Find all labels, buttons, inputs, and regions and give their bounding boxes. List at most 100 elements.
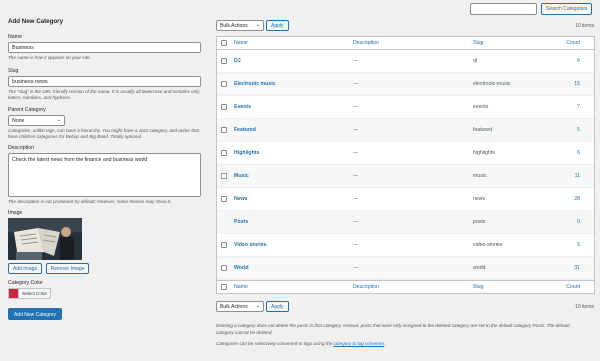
category-name-link[interactable]: World <box>234 265 249 271</box>
column-name[interactable]: Name <box>234 40 248 46</box>
column-description-bottom[interactable]: Description <box>353 284 379 290</box>
select-color-button[interactable]: Select Color <box>18 288 52 300</box>
description-textarea[interactable]: Check the latest news from the finance a… <box>8 153 201 198</box>
category-description: — <box>353 58 359 64</box>
parent-category-select[interactable]: None ⌄ <box>8 114 65 126</box>
items-count-top: 10 items <box>575 23 594 29</box>
category-count-link[interactable]: 15 <box>574 81 580 87</box>
category-count-link[interactable]: 28 <box>574 196 580 202</box>
category-description: — <box>353 150 359 156</box>
category-description: — <box>353 265 359 271</box>
apply-button-top[interactable]: Apply <box>266 20 289 31</box>
category-color-label: Category Color <box>8 280 43 287</box>
category-name-link[interactable]: Featured <box>234 127 256 133</box>
row-checkbox[interactable] <box>221 104 227 110</box>
apply-button-bottom[interactable]: Apply <box>266 301 289 312</box>
converter-note-text: Categories can be selectively converted … <box>216 341 334 346</box>
parent-category-description: Categories, unlike tags, can have a hier… <box>8 127 200 139</box>
row-checkbox[interactable] <box>221 242 227 248</box>
category-count-link[interactable]: 5 <box>577 242 580 248</box>
category-slug: world <box>473 265 486 271</box>
category-name-link[interactable]: Posts <box>234 219 248 225</box>
converter-note-end: . <box>384 341 386 346</box>
table-row: Music — music 11 <box>217 165 594 188</box>
category-count-link[interactable]: 6 <box>577 58 580 64</box>
row-checkbox[interactable] <box>221 150 227 156</box>
form-title: Add New Category <box>8 18 64 25</box>
table-row: World — world 31 <box>217 257 594 280</box>
row-checkbox[interactable] <box>221 173 227 179</box>
bulk-actions-select-bottom[interactable]: Bulk Actions ⌄ <box>216 301 264 312</box>
bulk-actions-label: Bulk Actions <box>220 304 248 310</box>
add-new-category-button[interactable]: Add New Category <box>8 308 62 321</box>
description-label: Description <box>8 145 34 152</box>
category-description: — <box>353 242 359 248</box>
category-name-link[interactable]: DJ <box>234 58 241 64</box>
category-name-link[interactable]: Video stories <box>234 242 266 248</box>
category-count-link[interactable]: 6 <box>577 150 580 156</box>
add-category-form: Add New Category Name Business The name … <box>8 18 204 321</box>
add-image-button[interactable]: Add Image <box>8 263 43 275</box>
category-name-link[interactable]: Events <box>234 104 251 110</box>
table-row: News — news 28 <box>217 188 594 211</box>
bulk-actions-select-top[interactable]: Bulk Actions ⌄ <box>216 20 264 31</box>
column-name-bottom[interactable]: Name <box>234 284 248 290</box>
category-count-link[interactable]: 5 <box>577 127 580 133</box>
category-description: — <box>353 196 359 202</box>
name-field[interactable]: Business <box>8 42 201 53</box>
table-header: Name Description Slug Count <box>217 37 594 50</box>
category-count-link[interactable]: 11 <box>575 173 580 179</box>
table-row: Posts — posts 0 <box>217 211 594 234</box>
category-to-tag-converter-link[interactable]: category to tag converter <box>333 341 384 346</box>
parent-category-value: None <box>12 117 25 124</box>
category-image-preview <box>8 218 82 261</box>
slug-field[interactable]: business-news <box>8 76 201 88</box>
column-description[interactable]: Description <box>353 40 379 46</box>
category-description: — <box>353 173 359 179</box>
category-slug: featured <box>473 127 493 133</box>
category-slug: highlights <box>473 150 495 156</box>
row-checkbox[interactable] <box>221 127 227 133</box>
slug-description: The “slug” is the URL-friendly version o… <box>8 89 200 101</box>
category-slug: dj <box>473 58 478 64</box>
search-input[interactable] <box>470 3 537 15</box>
chevron-down-icon: ⌄ <box>255 303 260 309</box>
category-slug: news <box>473 196 486 202</box>
chevron-down-icon: ⌄ <box>56 116 61 123</box>
row-checkbox[interactable] <box>221 81 227 87</box>
select-all-checkbox[interactable] <box>221 40 227 46</box>
row-checkbox[interactable] <box>221 196 227 202</box>
slug-label: Slug <box>8 68 19 75</box>
category-description: — <box>353 127 359 133</box>
table-row: Electronic music — electronic-music 15 <box>217 73 594 96</box>
parent-category-label: Parent Category <box>8 106 46 113</box>
newspaper-reader-image <box>8 218 82 261</box>
row-checkbox[interactable] <box>221 265 227 271</box>
categories-table: Name Description Slug Count DJ — dj 6 El… <box>216 36 595 294</box>
column-count[interactable]: Count <box>566 40 580 46</box>
category-slug: music <box>473 173 487 179</box>
table-footer: Name Description Slug Count <box>217 280 594 293</box>
column-slug-bottom[interactable]: Slug <box>473 284 483 290</box>
search-categories-button[interactable]: Search Categories <box>541 3 593 15</box>
name-label: Name <box>8 34 22 40</box>
select-all-checkbox-bottom[interactable] <box>221 284 227 290</box>
table-row: Highlights — highlights 6 <box>217 142 594 165</box>
column-count-bottom[interactable]: Count <box>566 284 580 290</box>
category-count-link[interactable]: 7 <box>577 104 580 110</box>
column-slug[interactable]: Slug <box>473 40 483 46</box>
category-slug: video-stories <box>473 242 503 248</box>
category-name-link[interactable]: Music <box>234 173 249 179</box>
category-name-link[interactable]: Highlights <box>234 150 259 156</box>
category-count-link[interactable]: 31 <box>574 265 580 271</box>
category-name-link[interactable]: Electronic music <box>234 81 276 87</box>
category-description: — <box>353 81 359 87</box>
table-row: Featured — featured 5 <box>217 119 594 142</box>
row-checkbox[interactable] <box>221 58 227 64</box>
category-name-link[interactable]: News <box>234 196 248 202</box>
items-count-bottom: 10 items <box>575 304 594 310</box>
remove-image-button[interactable]: Remove Image <box>45 263 90 275</box>
bulk-actions-label: Bulk Actions <box>220 23 248 29</box>
category-slug: posts <box>473 219 486 225</box>
category-count-link[interactable]: 0 <box>577 219 580 225</box>
